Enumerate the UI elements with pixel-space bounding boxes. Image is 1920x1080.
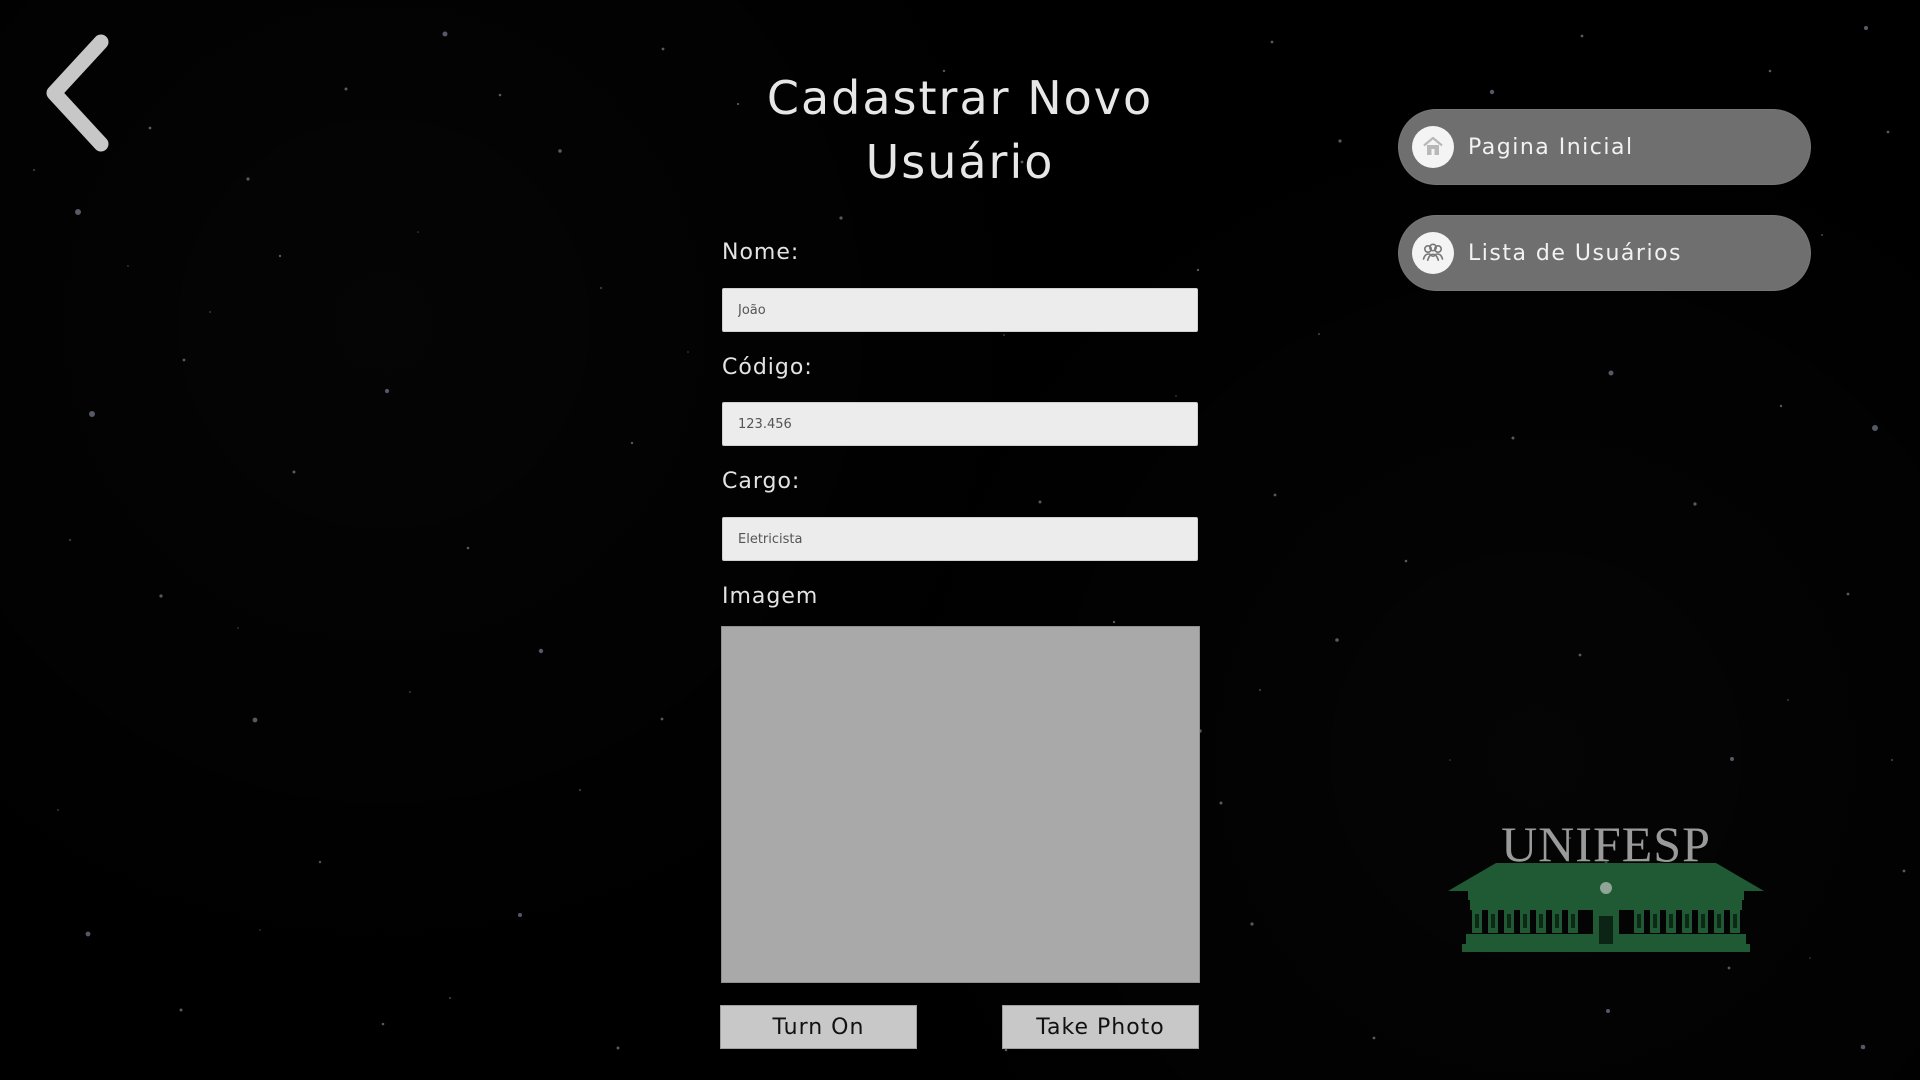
role-input[interactable] bbox=[722, 517, 1198, 561]
chevron-left-icon bbox=[46, 34, 109, 152]
page-title-line-1: Cadastrar Novo bbox=[766, 71, 1154, 125]
image-preview-area bbox=[721, 626, 1200, 983]
users-icon bbox=[1412, 232, 1454, 274]
home-nav-label: Pagina Inicial bbox=[1468, 134, 1634, 160]
users-list-nav-label: Lista de Usuários bbox=[1468, 240, 1682, 266]
image-label: Imagem bbox=[722, 584, 819, 609]
logo-text: UNIFESP bbox=[1501, 816, 1711, 872]
app-screen: Cadastrar Novo Usuário Nome: Código: Car… bbox=[0, 0, 1920, 1080]
code-input[interactable] bbox=[722, 402, 1198, 446]
home-nav-button[interactable]: Pagina Inicial bbox=[1398, 109, 1811, 185]
name-input[interactable] bbox=[722, 288, 1198, 332]
take-photo-button[interactable]: Take Photo bbox=[1002, 1005, 1199, 1049]
name-label: Nome: bbox=[722, 240, 800, 265]
page-title-line-2: Usuário bbox=[865, 135, 1055, 189]
users-list-nav-button[interactable]: Lista de Usuários bbox=[1398, 215, 1811, 291]
take-photo-button-label: Take Photo bbox=[1036, 1014, 1165, 1040]
page-title: Cadastrar Novo Usuário bbox=[700, 66, 1220, 194]
home-icon bbox=[1412, 126, 1454, 168]
turn-on-button[interactable]: Turn On bbox=[720, 1005, 917, 1049]
code-label: Código: bbox=[722, 355, 813, 380]
unifesp-logo: UNIFESP bbox=[1448, 814, 1764, 964]
back-button[interactable] bbox=[36, 34, 126, 152]
turn-on-button-label: Turn On bbox=[772, 1014, 865, 1040]
role-label: Cargo: bbox=[722, 469, 801, 494]
